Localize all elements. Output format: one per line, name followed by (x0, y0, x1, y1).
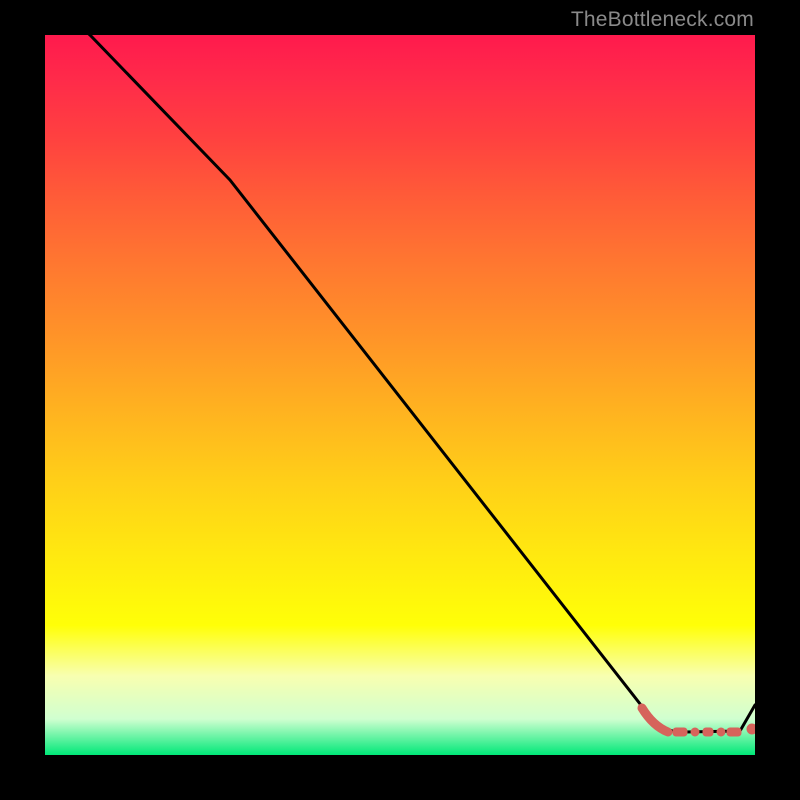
plot-area (45, 35, 755, 755)
marker-group (642, 708, 755, 736)
attribution-label: TheBottleneck.com (571, 8, 754, 32)
curve-svg (45, 35, 755, 755)
chart-frame: TheBottleneck.com (0, 0, 800, 800)
line-path (45, 35, 755, 732)
